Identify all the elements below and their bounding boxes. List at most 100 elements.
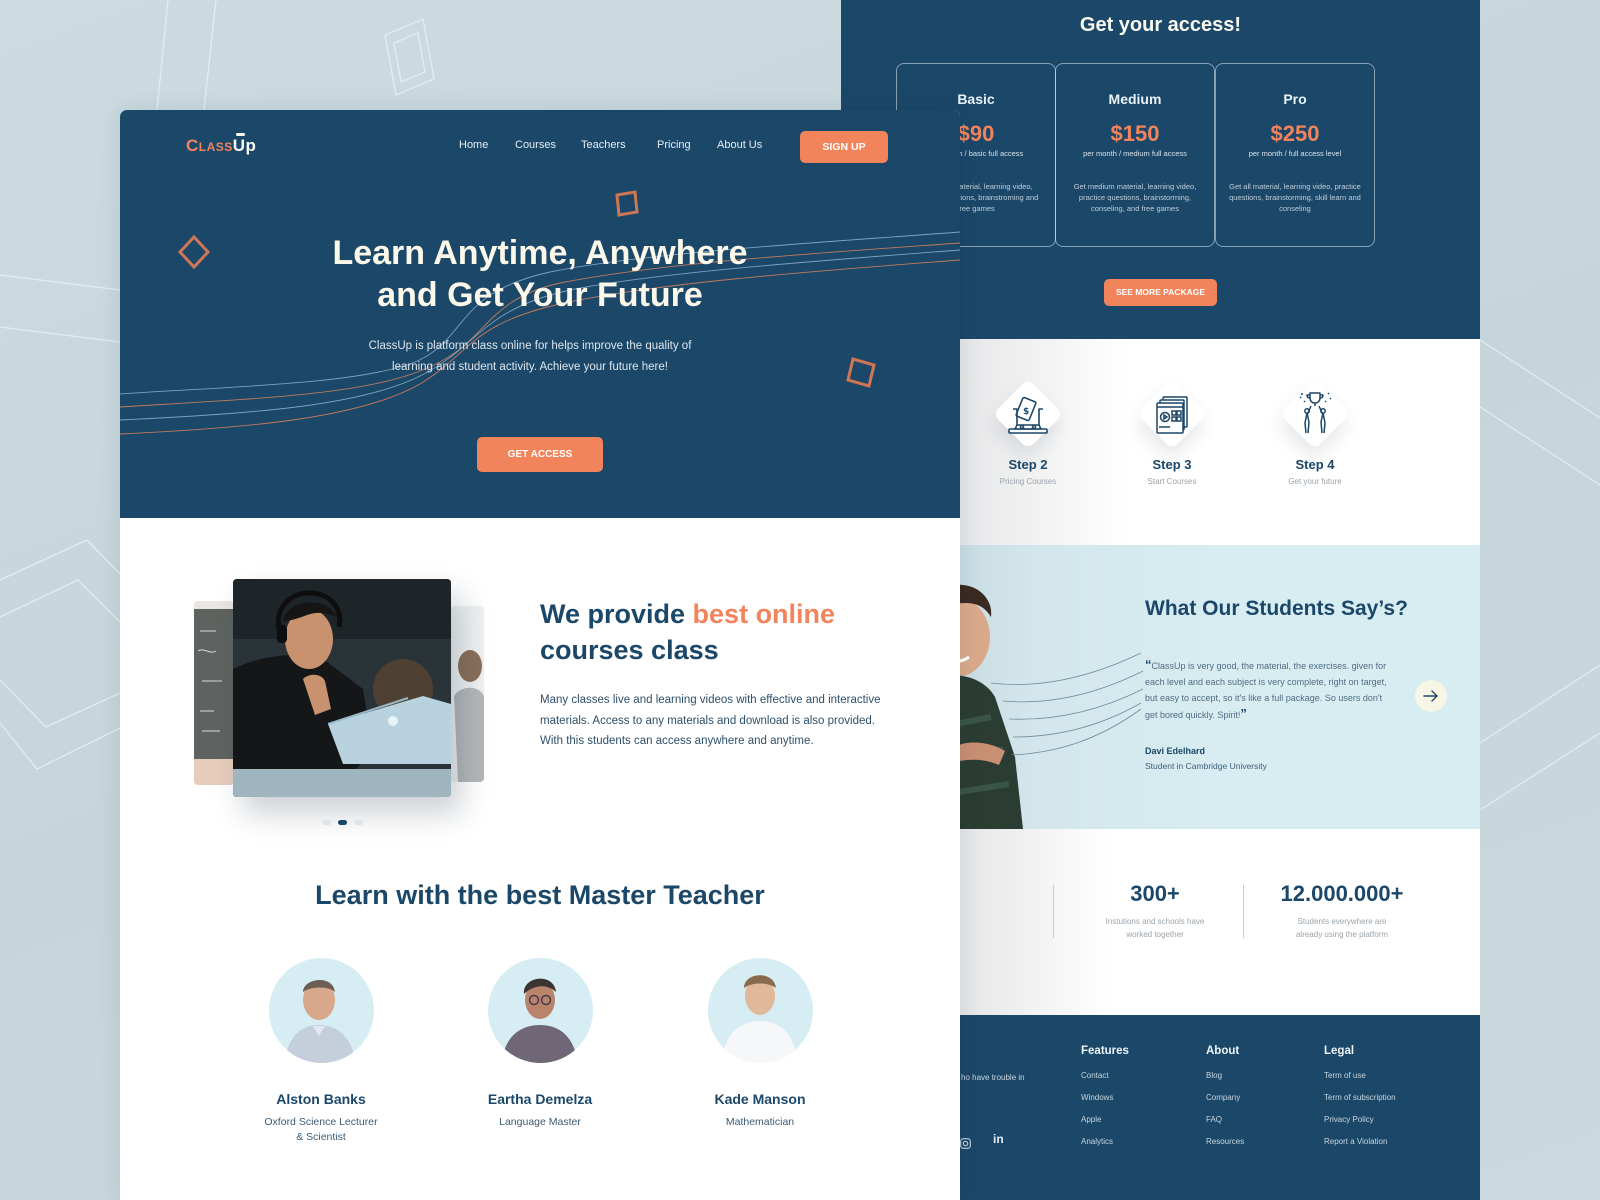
testimonial-author: Davi Edelhard [1145,746,1206,756]
footer-column-about: About Blog Company FAQ Resources [1206,1045,1244,1146]
carousel-dot-active[interactable] [338,820,347,825]
linkedin-icon: in [993,1132,1004,1146]
footer-column-features: Features Contact Windows Apple Analytics [1081,1045,1129,1146]
teacher-name: Eartha Demelza [487,1091,593,1107]
logo-part-2: Up [232,136,257,155]
nav-home[interactable]: Home [459,139,488,151]
step-3: Step 3 Start Courses [1112,379,1232,486]
testimonial-next-button[interactable] [1415,680,1447,712]
hero-description: ClassUp is platform class online for hel… [368,340,692,373]
footer-heading: Legal [1324,1045,1355,1057]
footer-link[interactable]: Windows [1081,1093,1129,1102]
teacher-role: Oxford Science Lecturer & Scientist [264,1116,378,1143]
landing-page-preview-left: ClassUp Home Courses Teachers Pricing Ab… [120,110,960,1200]
stat-item: 300+ Instutions and schools have worked … [1070,881,1240,941]
teacher-avatar [707,958,813,1063]
student-laptop-photo [233,579,451,797]
step-subtitle: Start Courses [1147,477,1197,486]
footer-link[interactable]: Privacy Policy [1324,1115,1396,1124]
instagram-link[interactable] [960,1136,971,1154]
about-title-accent: best online [692,599,836,629]
stat-label: Students everywhere are already using th… [1295,917,1389,939]
teacher-name: Alston Banks [276,1091,366,1107]
hero-title-line-2: and Get Your Future [377,276,703,314]
see-more-package-button[interactable]: SEE MORE PACKAGE [1104,279,1217,306]
teacher-card[interactable]: Kade Manson Mathematician [675,958,845,1130]
account-icon [867,397,895,430]
step-title: Step 2 [1008,457,1048,472]
plan-period: per month / full access level [1248,149,1342,158]
square-decoration-icon [615,190,639,217]
teachers-title: Learn with the best Master Teacher [315,880,765,910]
step-subtitle: Pricing Courses [999,477,1057,486]
footer-link[interactable]: Report a Violation [1324,1137,1396,1146]
footer-link[interactable]: Contact [1081,1071,1129,1080]
teacher-name: Kade Manson [714,1091,806,1107]
testimonial-author-role: Student in Cambridge University [1145,761,1267,771]
nav-about-us[interactable]: About Us [717,139,762,151]
plan-description: Get all material, learning video, practi… [1229,182,1361,213]
teacher-avatar [487,958,593,1063]
step-title: Step 4 [1295,457,1335,472]
pricing-card-pro[interactable]: Pro $250 per month / full access level G… [1215,63,1375,247]
footer-link[interactable]: Company [1206,1093,1244,1102]
about-title-prefix: We provide [540,599,693,629]
teacher-card[interactable]: Eartha Demelza Language Master [455,958,625,1130]
plan-description: Get medium material, learning video, pra… [1073,182,1197,213]
about-description: Many classes live and learning videos wi… [540,694,881,747]
hero-title-line-1: Learn Anytime, Anywhere [332,234,748,272]
footer-link[interactable]: Term of use [1324,1071,1396,1080]
nav-teachers[interactable]: Teachers [581,139,626,151]
teacher-role: Mathematician [725,1116,795,1128]
pricing-title: Get your access! [1079,14,1242,36]
step-2: $ Step 2 Pricing Courses [968,379,1088,486]
stat-item: 12.000.000+ Students everywhere are alre… [1257,881,1427,941]
trophy-celebration-icon [1299,392,1332,434]
svg-text:$: $ [1023,407,1029,417]
footer-heading: About [1206,1045,1240,1057]
teacher-card[interactable]: Alston Banks Oxford Science Lecturer & S… [236,958,406,1145]
stat-value: 300+ [1130,881,1180,906]
stat-divider [1053,885,1054,938]
about-section: We provide best online courses class Many… [120,518,960,848]
nav-courses[interactable]: Courses [515,139,556,151]
step-subtitle: Get your future [1288,477,1342,486]
carousel-dot[interactable] [354,820,363,825]
hero-title: Learn Anytime, Anywhere and Get Your Fut… [120,232,960,316]
close-quote-icon: ” [1240,706,1247,721]
footer-link[interactable]: Term of subscription [1324,1093,1396,1102]
stat-label: Instutions and schools have worked toget… [1105,917,1205,939]
plan-price: $150 [1110,121,1160,146]
hero-section: ClassUp Home Courses Teachers Pricing Ab… [120,110,960,518]
footer-link[interactable]: FAQ [1206,1115,1244,1124]
carousel-slide-next[interactable] [450,606,484,782]
nav-pricing[interactable]: Pricing [657,139,691,151]
plan-period: per month / medium full access [1083,149,1187,158]
footer-link[interactable]: Resources [1206,1137,1244,1146]
linkedin-link[interactable]: in [993,1132,1004,1146]
testimonial-quote: “ClassUp is very good, the material, the… [1145,657,1390,723]
stat-divider [1243,885,1244,938]
carousel-dot[interactable] [322,820,331,825]
teacher-role: Language Master [499,1116,581,1128]
decorative-curves [991,652,1144,755]
footer-tagline: ho have trouble in [961,1073,1025,1082]
instagram-icon [960,1138,971,1149]
logo[interactable]: ClassUp [186,136,256,156]
step-title: Step 3 [1152,457,1192,472]
teacher-avatar [268,958,374,1063]
carousel-slide-previous[interactable] [194,601,234,785]
footer-heading: Features [1081,1045,1129,1057]
testimonial-title: What Our Students Say’s? [1145,597,1408,620]
arrow-right-icon [1423,690,1438,702]
footer-link[interactable]: Blog [1206,1071,1244,1080]
footer-column-legal: Legal Term of use Term of subscription P… [1324,1045,1396,1146]
get-access-button[interactable]: GET ACCESS [477,437,603,472]
pricing-card-medium[interactable]: Medium $150 per month / medium full acce… [1055,63,1215,247]
shopping-cart-laptop-icon: $ [1008,396,1048,434]
plan-name: Basic [957,91,995,107]
footer-link[interactable]: Analytics [1081,1137,1129,1146]
stat-value: 12.000.000+ [1280,881,1404,906]
sign-up-button[interactable]: SIGN UP [800,131,888,163]
footer-link[interactable]: Apple [1081,1115,1129,1124]
